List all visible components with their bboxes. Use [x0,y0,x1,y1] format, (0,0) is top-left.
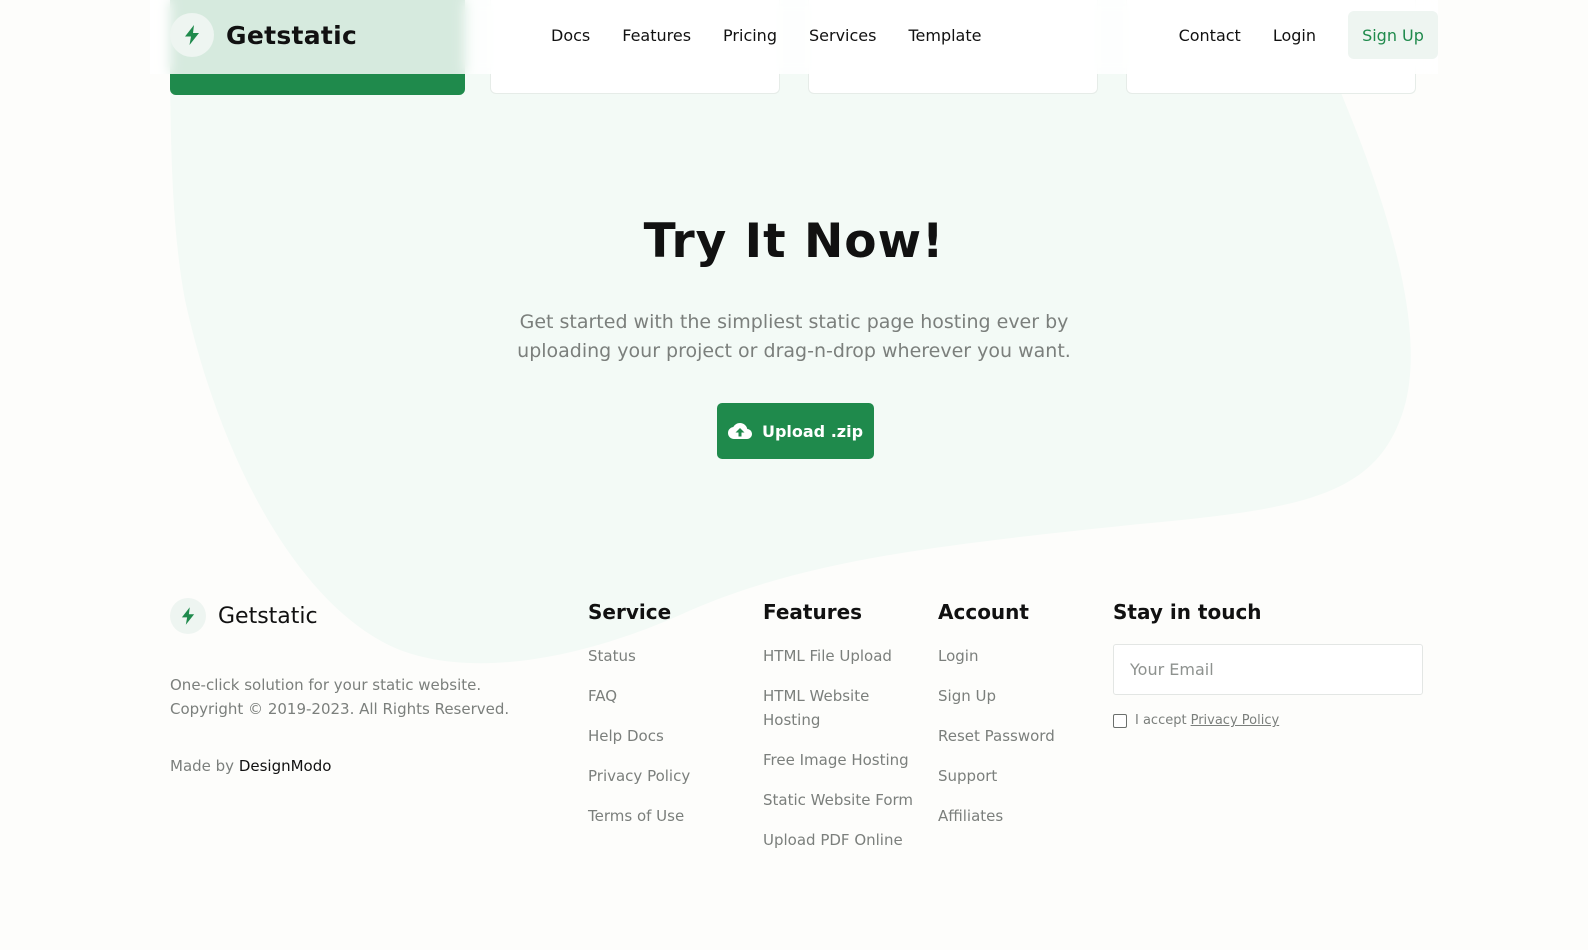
footer-service-column: Service Status FAQ Help Docs Privacy Pol… [588,600,738,844]
footer-account-column: Account Login Sign Up Reset Password Sup… [938,600,1088,844]
footer-logo[interactable]: Getstatic [170,598,318,634]
footer-touch-title: Stay in touch [1113,600,1262,624]
footer-link-terms-of-use[interactable]: Terms of Use [588,804,738,828]
footer-link-sign-up[interactable]: Sign Up [938,684,1088,708]
footer-link-support[interactable]: Support [938,764,1088,788]
footer-copyright: Copyright © 2019-2023. All Rights Reserv… [170,700,510,718]
footer-link-faq[interactable]: FAQ [588,684,738,708]
page: Getstatic Docs Features Pricing Services… [0,0,1588,950]
footer-link-affiliates[interactable]: Affiliates [938,804,1088,828]
lightning-bolt-icon [170,598,206,634]
footer-description: One-click solution for your static websi… [170,673,540,721]
hero-subtitle: Get started with the simpliest static pa… [517,311,1071,362]
footer-features-column: Features HTML File Upload HTML Website H… [763,600,913,868]
footer-link-privacy-policy[interactable]: Privacy Policy [588,764,738,788]
footer-brand-name: Getstatic [218,603,318,629]
upload-zip-button[interactable]: Upload .zip [717,403,874,459]
header-actions: Contact Login Sign Up [1179,11,1438,59]
signup-button[interactable]: Sign Up [1348,11,1438,59]
footer-link-html-website-hosting[interactable]: HTML Website Hosting [763,684,913,732]
footer-account-title: Account [938,600,1029,624]
footer-link-login[interactable]: Login [938,644,1088,668]
privacy-policy-link[interactable]: Privacy Policy [1191,713,1280,728]
footer-tagline: One-click solution for your static websi… [170,676,482,694]
nav-services[interactable]: Services [809,26,876,45]
header-logo[interactable]: Getstatic [170,13,357,57]
designmodo-link[interactable]: DesignModo [239,757,332,775]
footer-made-by: Made by DesignModo [170,757,331,775]
made-by-prefix: Made by [170,757,239,775]
footer-link-reset-password[interactable]: Reset Password [938,724,1088,748]
nav-docs[interactable]: Docs [551,26,590,45]
footer-service-title: Service [588,600,672,624]
nav-login[interactable]: Login [1273,26,1316,45]
nav-features[interactable]: Features [622,26,691,45]
footer-newsletter-column: Stay in touch I accept Privacy Policy [1113,600,1423,728]
upload-button-label: Upload .zip [761,421,864,441]
footer-link-upload-pdf-online[interactable]: Upload PDF Online [763,828,913,852]
nav-pricing[interactable]: Pricing [723,26,777,45]
nav-template[interactable]: Template [908,26,981,45]
main-nav: Docs Features Pricing Services Template [551,26,1013,45]
email-field[interactable] [1113,644,1423,695]
accept-label: I accept [1135,713,1187,728]
nav-contact[interactable]: Contact [1179,26,1241,45]
footer-link-status[interactable]: Status [588,644,738,668]
footer-link-free-image-hosting[interactable]: Free Image Hosting [763,748,913,772]
privacy-consent-row: I accept Privacy Policy [1113,713,1423,728]
footer-link-static-website-form[interactable]: Static Website Form [763,788,913,812]
cloud-upload-icon [727,422,752,440]
footer-features-title: Features [763,600,863,624]
lightning-bolt-icon [170,13,214,57]
brand-name: Getstatic [226,20,358,50]
privacy-checkbox[interactable] [1113,713,1127,728]
footer-link-help-docs[interactable]: Help Docs [588,724,738,748]
footer-link-html-file-upload[interactable]: HTML File Upload [763,644,913,668]
hero-title: Try It Now! [643,214,945,269]
site-header: Getstatic Docs Features Pricing Services… [150,0,1438,74]
